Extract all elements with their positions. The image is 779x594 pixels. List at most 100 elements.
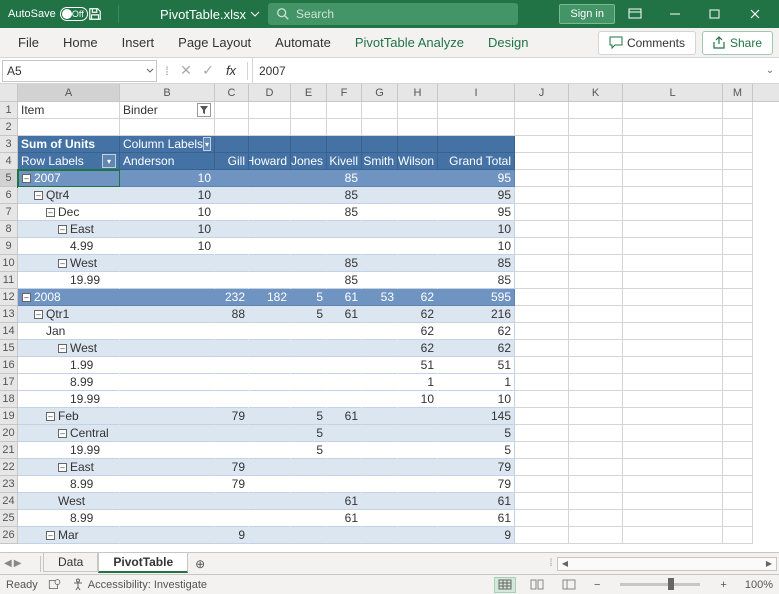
macro-record-icon[interactable]: [48, 578, 62, 591]
col-header[interactable]: L: [623, 84, 723, 101]
save-button[interactable]: [88, 7, 118, 21]
zoom-slider[interactable]: [620, 583, 700, 586]
col-header[interactable]: G: [362, 84, 398, 101]
col-header[interactable]: E: [291, 84, 327, 101]
collapse-icon[interactable]: –: [58, 225, 67, 234]
close-button[interactable]: [735, 2, 775, 26]
formula-enter-button[interactable]: ✓: [197, 62, 219, 79]
collapse-icon[interactable]: –: [34, 191, 43, 200]
row-header[interactable]: 20: [0, 425, 18, 442]
page-break-view-button[interactable]: [558, 577, 580, 593]
row-header[interactable]: 10: [0, 255, 18, 272]
tab-insert[interactable]: Insert: [110, 28, 167, 58]
row-header[interactable]: 19: [0, 408, 18, 425]
scroll-left-icon[interactable]: ◀: [558, 558, 572, 570]
row-header[interactable]: 2: [0, 119, 18, 136]
accessibility-button[interactable]: Accessibility: Investigate: [72, 578, 207, 591]
row-header[interactable]: 24: [0, 493, 18, 510]
zoom-in-button[interactable]: +: [716, 579, 730, 591]
scroll-right-icon[interactable]: ▶: [762, 558, 776, 570]
row-header[interactable]: 12: [0, 289, 18, 306]
row-header[interactable]: 11: [0, 272, 18, 289]
col-header[interactable]: A: [18, 84, 120, 101]
cells-area[interactable]: ItemBinderSum of UnitsColumn Labels▾Row …: [18, 102, 779, 544]
row-header[interactable]: 21: [0, 442, 18, 459]
row-header[interactable]: 23: [0, 476, 18, 493]
tab-automate[interactable]: Automate: [263, 28, 343, 58]
comments-button[interactable]: Comments: [598, 31, 696, 55]
collapse-icon[interactable]: –: [58, 463, 67, 472]
collapse-icon[interactable]: –: [46, 531, 55, 540]
row-header[interactable]: 25: [0, 510, 18, 527]
row-header[interactable]: 1: [0, 102, 18, 119]
column-headers: A B C D E F G H I J K L M: [0, 84, 779, 102]
collapse-icon[interactable]: –: [46, 208, 55, 217]
spreadsheet-grid[interactable]: A B C D E F G H I J K L M 12345678910111…: [0, 84, 779, 552]
title-bar: AutoSave Off PivotTable.xlsx Search Sign…: [0, 0, 779, 28]
maximize-button[interactable]: [695, 2, 735, 26]
add-sheet-button[interactable]: ⊕: [188, 557, 212, 571]
filter-icon[interactable]: [197, 103, 211, 117]
row-header[interactable]: 15: [0, 340, 18, 357]
dropdown-icon[interactable]: ▾: [203, 137, 211, 151]
row-header[interactable]: 13: [0, 306, 18, 323]
row-header[interactable]: 3: [0, 136, 18, 153]
collapse-icon[interactable]: –: [34, 310, 43, 319]
col-header[interactable]: H: [398, 84, 438, 101]
filename-dropdown[interactable]: PivotTable.xlsx: [160, 7, 260, 22]
col-header[interactable]: J: [515, 84, 569, 101]
col-header[interactable]: B: [120, 84, 215, 101]
col-header[interactable]: M: [723, 84, 753, 101]
formula-expand-button[interactable]: ⌄: [761, 65, 779, 76]
share-button[interactable]: Share: [702, 31, 773, 55]
autosave-toggle[interactable]: AutoSave Off: [8, 7, 88, 21]
col-header[interactable]: D: [249, 84, 291, 101]
normal-view-button[interactable]: [494, 577, 516, 593]
name-box[interactable]: A5: [2, 60, 157, 82]
minimize-button[interactable]: [655, 2, 695, 26]
collapse-icon[interactable]: –: [58, 429, 67, 438]
row-header[interactable]: 9: [0, 238, 18, 255]
collapse-icon[interactable]: –: [58, 259, 67, 268]
row-header[interactable]: 26: [0, 527, 18, 544]
row-header[interactable]: 18: [0, 391, 18, 408]
collapse-icon[interactable]: –: [58, 344, 67, 353]
collapse-icon[interactable]: –: [46, 412, 55, 421]
dropdown-icon[interactable]: ▾: [102, 154, 116, 168]
sheet-tab-data[interactable]: Data: [43, 553, 98, 572]
col-header[interactable]: F: [327, 84, 362, 101]
collapse-icon[interactable]: –: [22, 293, 31, 302]
row-header[interactable]: 4: [0, 153, 18, 170]
tab-page-layout[interactable]: Page Layout: [166, 28, 263, 58]
row-header[interactable]: 17: [0, 374, 18, 391]
signin-button[interactable]: Sign in: [559, 4, 615, 24]
tab-file[interactable]: File: [6, 28, 51, 58]
row-header[interactable]: 5: [0, 170, 18, 187]
sheet-tab-pivottable[interactable]: PivotTable: [98, 553, 188, 573]
sheet-nav-buttons[interactable]: ◀▶: [0, 558, 38, 569]
zoom-out-button[interactable]: −: [590, 579, 604, 591]
tab-pivottable-analyze[interactable]: PivotTable Analyze: [343, 28, 476, 58]
row-header[interactable]: 6: [0, 187, 18, 204]
select-all-corner[interactable]: [0, 84, 18, 101]
col-header[interactable]: C: [215, 84, 249, 101]
insert-function-button[interactable]: fx: [219, 63, 243, 78]
row-header[interactable]: 16: [0, 357, 18, 374]
horizontal-scrollbar[interactable]: ◀ ▶: [557, 557, 777, 571]
page-layout-view-button[interactable]: [526, 577, 548, 593]
ribbon-display-button[interactable]: [615, 2, 655, 26]
tab-design[interactable]: Design: [476, 28, 540, 58]
row-header[interactable]: 7: [0, 204, 18, 221]
formula-input[interactable]: 2007: [252, 58, 761, 83]
status-bar: Ready Accessibility: Investigate − + 100…: [0, 574, 779, 594]
tab-home[interactable]: Home: [51, 28, 110, 58]
formula-cancel-button[interactable]: ✕: [175, 62, 197, 79]
col-header[interactable]: I: [438, 84, 515, 101]
row-header[interactable]: 14: [0, 323, 18, 340]
collapse-icon[interactable]: –: [22, 174, 31, 183]
col-header[interactable]: K: [569, 84, 623, 101]
zoom-level[interactable]: 100%: [741, 579, 773, 591]
row-header[interactable]: 22: [0, 459, 18, 476]
row-header[interactable]: 8: [0, 221, 18, 238]
search-input[interactable]: Search: [268, 3, 518, 25]
